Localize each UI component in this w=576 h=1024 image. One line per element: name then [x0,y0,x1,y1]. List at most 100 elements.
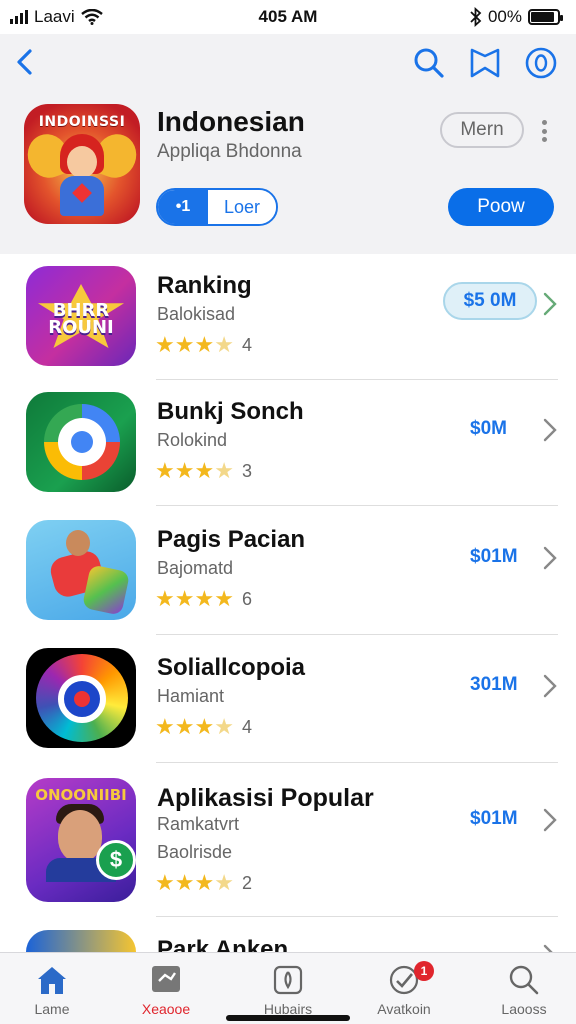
dollar-icon: $ [96,840,136,880]
star-icon: ★ [194,458,215,483]
star-icon: ★ [194,870,215,895]
star-rating-icon: ★★★★ [155,334,234,357]
star-icon: ★ [194,586,215,611]
price-button[interactable]: $01M [470,546,518,568]
home-icon [38,967,66,994]
list-item[interactable]: BHRR ROUNI Ranking Balokisad ★★★★ 4 $5 0… [0,254,576,380]
app-name: Park Anken [157,936,289,952]
list-item[interactable]: Soliallcopoia Hamiant ★★★★ 4 301M [0,636,576,762]
tab-search[interactable]: Laooss [474,959,574,1017]
more-options-icon[interactable] [541,120,547,142]
divider [156,916,558,917]
star-icon: ★ [214,714,234,739]
app-icon [26,392,136,492]
star-rating-icon: ★★★★ [155,872,234,895]
search-icon [509,965,539,995]
rating: ★★★★ 3 [155,460,252,483]
segmented-control[interactable]: •1 Loer [156,188,278,226]
tab-label: Xeaooe [141,1001,191,1017]
chevron-right-icon[interactable] [540,672,560,700]
apps-icon [273,965,303,995]
status-time: 405 AM [258,7,318,26]
star-icon: ★ [214,332,234,357]
tab-label: Avatkoin [377,1001,431,1017]
bookmark-icon[interactable] [468,46,502,80]
star-icon: ★ [174,458,195,483]
featured-subtitle: Appliqa Bhdonna [157,141,302,162]
chevron-right-icon[interactable] [540,806,560,834]
chevron-left-icon[interactable] [10,46,42,78]
app-name: Pagis Pacian [157,526,306,553]
app-category: Ramkatvrt [157,814,240,834]
tab-apps[interactable]: Hubairs [238,959,338,1017]
star-icon: ★ [155,332,175,357]
battery-icon [528,9,563,25]
star-rating-icon: ★★★★ [155,716,234,739]
rating: ★★★★ 6 [155,588,252,611]
info-icon[interactable] [524,46,558,80]
segment-left[interactable]: •1 [158,190,208,224]
carrier-label: Laavi [34,7,75,26]
star-icon: ★ [214,870,234,895]
app-name: Aplikasisi Popular [157,784,374,812]
rating: ★★★★ 4 [155,334,252,357]
divider [156,634,558,635]
star-icon: ★ [214,586,234,611]
list-item[interactable]: Bunkj Sonch Rolokind ★★★★ 3 $0M [0,380,576,506]
star-icon: ★ [174,586,195,611]
rating: ★★★★ 4 [155,716,252,739]
bluetooth-icon [470,7,482,27]
signal-icon [10,10,28,24]
price-button[interactable]: $01M [470,808,518,830]
tab-today[interactable]: Xeaooe [116,959,216,1017]
app-name: Soliallcopoia [157,654,306,681]
chevron-right-icon[interactable] [540,942,560,952]
rating: ★★★★ 2 [155,872,252,895]
app-category: Bajomatd [157,558,234,578]
tab-home[interactable]: Lame [2,959,102,1017]
star-icon: ★ [174,714,195,739]
star-icon: ★ [194,332,215,357]
app-icon [26,648,136,748]
segment-right[interactable]: Loer [208,190,276,224]
tab-label: Laooss [501,1001,547,1017]
star-icon: ★ [194,714,215,739]
star-icon: ★ [174,870,195,895]
search-icon[interactable] [412,46,446,80]
app-name: Ranking [157,272,252,299]
star-rating-icon: ★★★★ [155,460,234,483]
tab-label: Lame [34,1001,70,1017]
featured-app-icon[interactable]: INDOINSSI [24,104,140,224]
battery-percent: 00% [487,7,522,26]
app-header: INDOINSSI Indonesian Appliqa Bhdonna Mer… [0,34,576,254]
chevron-right-icon[interactable] [540,416,560,444]
app-icon: ONOONIIBI $ [26,778,136,902]
featured-title: Indonesian [157,106,305,137]
tab-updates[interactable]: 1 Avatkoin [354,959,454,1017]
chevron-right-icon[interactable] [540,544,560,572]
notification-badge: 1 [414,961,434,981]
divider [156,505,558,506]
wifi-icon [80,9,103,25]
today-icon [152,966,180,992]
app-category-secondary: Baolrisde [157,842,233,862]
price-button[interactable]: $0M [470,418,507,440]
price-button[interactable]: $5 0M [443,282,537,320]
price-button[interactable]: 301M [470,674,518,696]
chevron-right-icon[interactable] [540,290,560,318]
list-item[interactable]: ONOONIIBI $ Aplikasisi Popular Ramkatvrt… [0,766,576,916]
app-name: Bunkj Sonch [157,398,304,425]
list-item[interactable]: Pagis Pacian Bajomatd ★★★★ 6 $01M [0,508,576,634]
featured-pill-button[interactable]: Mern [440,112,524,148]
list-item[interactable]: Park Anken [0,926,576,952]
star-icon: ★ [155,586,175,611]
app-icon-text: ONOONIIBI [35,786,127,804]
featured-icon-text: INDOINSSI [38,114,126,130]
star-icon: ★ [174,332,195,357]
app-category: Balokisad [157,304,236,324]
nav-bar [0,40,576,84]
battery-level [531,12,555,22]
app-category: Rolokind [157,430,228,450]
star-icon: ★ [155,870,175,895]
featured-get-button[interactable]: Poow [448,188,554,226]
